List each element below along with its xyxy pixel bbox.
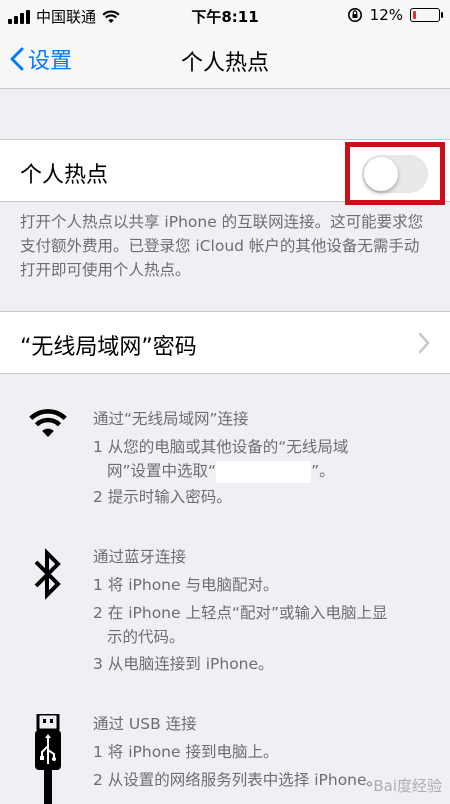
- wifi-password-label: “无线局域网”密码: [20, 335, 197, 360]
- wifi-step-1: 1 从您的电脑或其他设备的“无线局域 网”设置中选取“ ”。: [93, 435, 438, 483]
- status-right: 12%: [347, 6, 443, 24]
- redacted-network-name: [216, 460, 312, 483]
- hotspot-cell: 个人热点: [0, 139, 450, 205]
- orientation-lock-icon: [347, 8, 362, 22]
- battery-level: [413, 11, 416, 19]
- chevron-right-icon: [418, 332, 430, 354]
- usb-icon: [35, 714, 61, 804]
- toggle-knob: [364, 157, 398, 191]
- wifi-password-cell[interactable]: “无线局域网”密码: [0, 311, 450, 374]
- bluetooth-step-1: 1 将 iPhone 与电脑配对。: [93, 576, 279, 594]
- wifi-heading: 通过“无线局域网”连接: [93, 410, 249, 428]
- wifi-step-1-end: ”。: [311, 462, 335, 480]
- wifi-icon: [29, 409, 67, 437]
- watermark: Bai度经验: [373, 777, 442, 795]
- bluetooth-step-2: 2 在 iPhone 上轻点“配对”或输入电脑上显 示的代码。: [93, 601, 438, 649]
- page-title: 个人热点: [180, 51, 269, 76]
- battery-percent: 12%: [369, 6, 403, 24]
- highlight-box: [345, 142, 445, 205]
- bluetooth-step-3: 3 从电脑连接到 iPhone。: [93, 655, 274, 673]
- status-bar: 中国联通 下午8:11 12%: [0, 0, 450, 30]
- wifi-step-1-line2: 网”设置中选取“ ”。: [93, 459, 438, 483]
- wifi-step-1-line1: 1 从您的电脑或其他设备的“无线局域: [93, 438, 349, 456]
- wifi-step-1-text: 网”设置中选取“: [107, 462, 217, 480]
- hotspot-label: 个人热点: [20, 163, 109, 188]
- battery-icon: [410, 8, 443, 22]
- hotspot-footnote: 打开个人热点以共享 iPhone 的互联网连接。这可能要求您支付额外费用。已登录…: [20, 213, 424, 279]
- usb-step-1: 1 将 iPhone 接到电脑上。: [93, 743, 279, 761]
- bluetooth-step-2-line1: 2 在 iPhone 上轻点“配对”或输入电脑上显: [93, 604, 388, 622]
- hotspot-toggle[interactable]: [362, 155, 428, 193]
- navigation-bar: 设置 个人热点: [0, 30, 450, 89]
- usb-heading: 通过 USB 连接: [93, 715, 197, 733]
- bluetooth-icon: [34, 548, 61, 600]
- bluetooth-heading: 通过蓝牙连接: [93, 548, 187, 566]
- bluetooth-step-2-line2: 示的代码。: [107, 628, 185, 646]
- wifi-step-2: 2 提示时输入密码。: [93, 488, 232, 506]
